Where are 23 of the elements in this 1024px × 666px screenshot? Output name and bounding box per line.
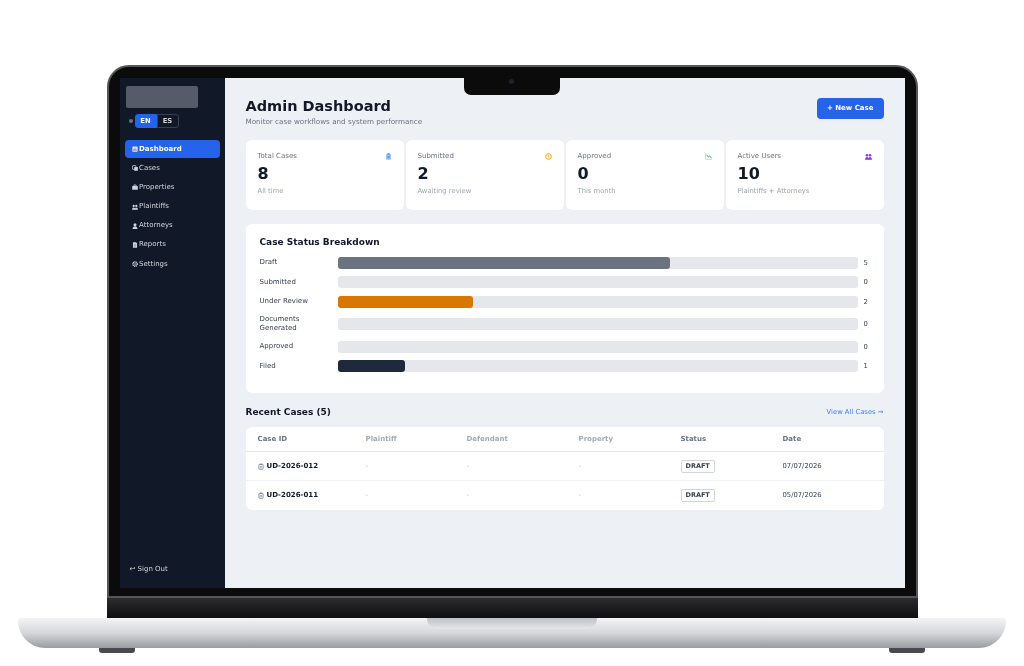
- clipboard-icon: [257, 462, 264, 470]
- stat-value: 2: [417, 165, 429, 183]
- stat-value: 8: [257, 165, 269, 183]
- pages-icon: [131, 165, 138, 172]
- clipboard-icon: [384, 152, 392, 160]
- briefcase-icon: [131, 184, 138, 191]
- chart-icon: [704, 152, 712, 160]
- chart-icon: [131, 146, 138, 152]
- section-title: Recent Cases (5): [245, 406, 331, 418]
- clock-icon: [544, 152, 552, 160]
- settings-icon: [131, 261, 138, 268]
- page-title: Admin Dashboard: [245, 97, 392, 115]
- stat-value: 10: [737, 165, 760, 183]
- document-icon: [131, 241, 138, 248]
- card-title: Case Status Breakdown: [259, 236, 381, 248]
- camera-icon: [509, 79, 514, 84]
- clipboard-icon: [257, 492, 264, 499]
- laptop-foot: [99, 648, 135, 653]
- people-icon: [864, 152, 872, 160]
- person-icon: [131, 222, 138, 229]
- laptop-foot: [889, 648, 925, 653]
- people-icon: [131, 203, 138, 210]
- stat-value: 0: [577, 165, 589, 183]
